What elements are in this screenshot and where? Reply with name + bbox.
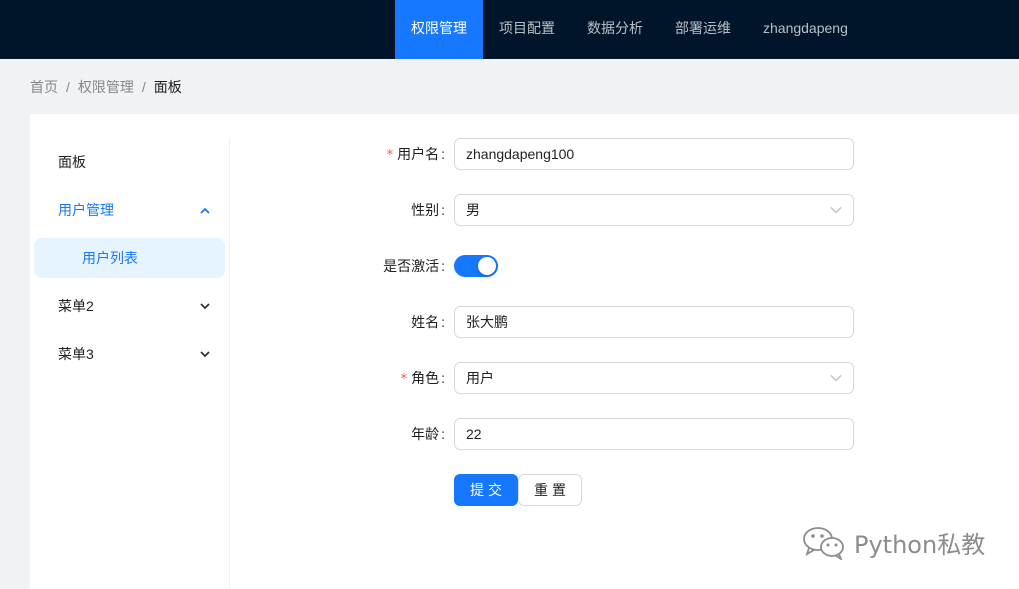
age-label: 年龄: bbox=[411, 418, 445, 450]
content-card: 面板 用户管理 用户列表 菜单2 菜单3 *用户名: 性别: bbox=[30, 114, 1019, 589]
top-nav: 权限管理 项目配置 数据分析 部署运维 zhangdapeng bbox=[395, 0, 864, 59]
age-input[interactable] bbox=[454, 418, 854, 450]
form-row-actions: 提交 重置 bbox=[30, 474, 1019, 506]
nav-item-user[interactable]: zhangdapeng bbox=[747, 0, 864, 59]
label-colon: : bbox=[441, 314, 445, 330]
username-label-text: 用户名 bbox=[397, 146, 440, 162]
label-colon: : bbox=[441, 146, 445, 162]
nav-item-deploy-ops[interactable]: 部署运维 bbox=[659, 0, 747, 59]
name-label: 姓名: bbox=[411, 306, 445, 338]
nav-item-data-analysis[interactable]: 数据分析 bbox=[571, 0, 659, 59]
username-input[interactable] bbox=[454, 138, 854, 170]
watermark: Python私教 bbox=[800, 524, 985, 560]
label-colon: : bbox=[441, 202, 445, 218]
submit-button[interactable]: 提交 bbox=[454, 474, 518, 506]
chevron-down-icon bbox=[830, 363, 842, 393]
wechat-icon bbox=[803, 527, 844, 560]
breadcrumb-current: 面板 bbox=[153, 79, 182, 95]
watermark-text: Python私教 bbox=[854, 530, 986, 559]
gender-select-value: 男 bbox=[466, 202, 480, 218]
active-label: 是否激活: bbox=[383, 250, 445, 282]
nav-item-project-config[interactable]: 项目配置 bbox=[483, 0, 571, 59]
role-label-text: 角色 bbox=[411, 370, 440, 386]
gender-label-text: 性别 bbox=[411, 202, 440, 218]
form-row-name: 姓名: bbox=[30, 306, 1019, 338]
top-header: 权限管理 项目配置 数据分析 部署运维 zhangdapeng bbox=[0, 0, 1019, 59]
breadcrumb-separator: / bbox=[66, 79, 70, 95]
age-label-text: 年龄 bbox=[411, 426, 440, 442]
name-input[interactable] bbox=[454, 306, 854, 338]
label-colon: : bbox=[441, 258, 445, 274]
role-label: * 角色: bbox=[401, 362, 445, 394]
breadcrumb: 首页 / 权限管理 / 面板 bbox=[30, 77, 182, 97]
label-colon: : bbox=[441, 370, 445, 386]
active-switch[interactable] bbox=[454, 255, 498, 277]
gender-label: 性别: bbox=[411, 194, 445, 226]
form-row-gender: 性别: 男 bbox=[30, 194, 1019, 226]
form-row-role: * 角色: 用户 bbox=[30, 362, 1019, 394]
breadcrumb-home[interactable]: 首页 bbox=[30, 77, 58, 97]
nav-item-permission[interactable]: 权限管理 bbox=[395, 0, 483, 59]
breadcrumb-separator: / bbox=[141, 79, 146, 95]
form-row-active: 是否激活: bbox=[30, 250, 1019, 282]
form-row-age: 年龄: bbox=[30, 418, 1019, 450]
switch-knob bbox=[478, 257, 496, 275]
label-colon: : bbox=[441, 426, 445, 442]
form-row-username: * 用户名: bbox=[30, 138, 1019, 170]
name-label-text: 姓名 bbox=[411, 314, 440, 330]
username-label: * 用户名: bbox=[387, 138, 445, 170]
breadcrumb-permission[interactable]: 权限管理 bbox=[78, 77, 134, 97]
role-select[interactable]: 用户 bbox=[454, 362, 854, 394]
chevron-down-icon bbox=[830, 195, 842, 225]
reset-button[interactable]: 重置 bbox=[518, 474, 582, 506]
gender-select[interactable]: 男 bbox=[454, 194, 854, 226]
active-label-text: 是否激活 bbox=[383, 258, 440, 274]
required-mark: * bbox=[386, 148, 394, 163]
required-mark: * bbox=[400, 372, 408, 387]
role-select-value: 用户 bbox=[466, 370, 494, 386]
